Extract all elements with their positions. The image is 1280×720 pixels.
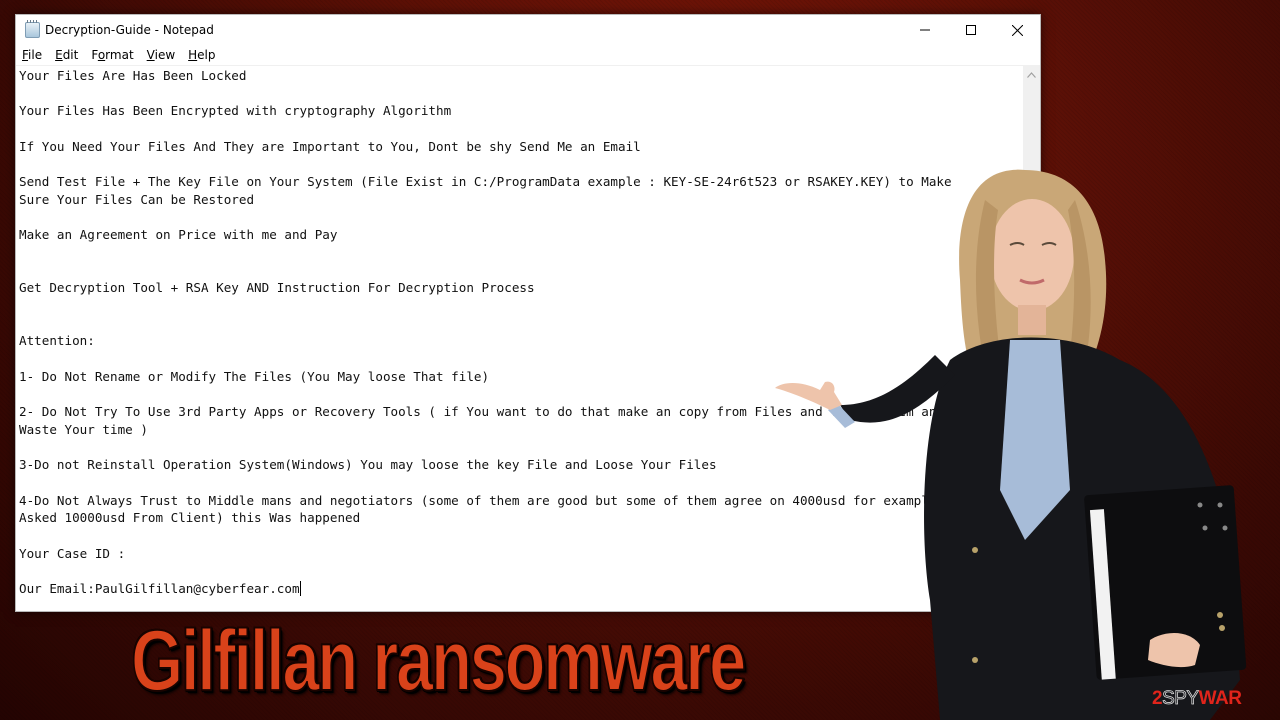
maximize-icon	[966, 25, 976, 35]
window-controls	[902, 15, 1040, 45]
text-line	[19, 120, 1020, 138]
text-line: If You Need Your Files And They are Impo…	[19, 138, 641, 154]
text-line: Your Files Are Has Been Locked	[19, 68, 247, 83]
headline-title: Gilfillan ransomware	[130, 613, 747, 709]
brand-watermark: 2SPYWAR	[1152, 688, 1242, 710]
menu-bar: File Edit Format View Help	[16, 45, 1040, 65]
menu-edit[interactable]: Edit	[54, 48, 79, 62]
pointing-hand	[775, 381, 842, 410]
presenter-illustration	[770, 160, 1280, 720]
maximize-button[interactable]	[948, 15, 994, 45]
text-line: Your Files Has Been Encrypted with crypt…	[19, 103, 452, 119]
notepad-icon	[25, 20, 40, 38]
scroll-up-button[interactable]	[1023, 66, 1040, 83]
text-caret	[299, 581, 301, 597]
close-button[interactable]	[994, 15, 1040, 45]
minimize-button[interactable]	[902, 15, 948, 45]
menu-view[interactable]: View	[146, 48, 176, 62]
face	[990, 199, 1074, 311]
menu-file[interactable]: File	[21, 48, 43, 62]
menu-format[interactable]: Format	[90, 48, 134, 62]
chevron-up-icon	[1027, 71, 1036, 78]
close-icon	[1011, 24, 1023, 36]
woman-figure-graphic	[775, 169, 1247, 720]
text-line	[19, 85, 1020, 103]
title-bar[interactable]: Decryption-Guide - Notepad	[16, 15, 1040, 45]
holding-hand	[1148, 633, 1200, 668]
window-title: Decryption-Guide - Notepad	[45, 23, 214, 37]
minimize-icon	[920, 29, 930, 31]
menu-help[interactable]: Help	[187, 48, 216, 62]
